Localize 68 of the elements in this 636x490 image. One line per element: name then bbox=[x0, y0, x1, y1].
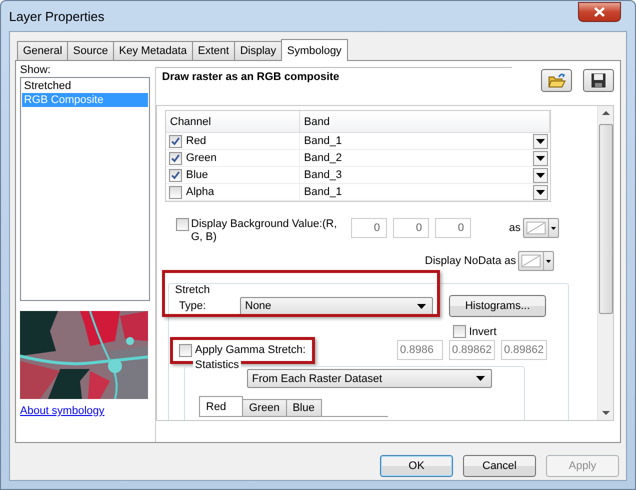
caret-icon bbox=[417, 304, 426, 308]
symbol-dropdown[interactable] bbox=[522, 218, 559, 238]
symbol-dropdown[interactable] bbox=[518, 251, 554, 271]
background-label: Display Background Value:(R, G, B) bbox=[191, 218, 338, 244]
gamma-field[interactable]: 0.89862 bbox=[501, 340, 547, 360]
channel-checkbox[interactable] bbox=[169, 152, 182, 164]
channel-checkbox[interactable] bbox=[169, 134, 182, 148]
tab[interactable]: General bbox=[17, 41, 68, 60]
channel-checkbox[interactable] bbox=[169, 186, 182, 198]
caret-icon bbox=[476, 376, 486, 381]
caret-icon bbox=[550, 226, 556, 230]
tab[interactable]: Extent bbox=[192, 41, 236, 60]
type-dropdown[interactable]: None bbox=[240, 296, 433, 316]
statistics-title: Statistics bbox=[193, 359, 242, 371]
channel-name: Green bbox=[186, 152, 217, 164]
band-tab[interactable]: Green bbox=[242, 399, 287, 416]
statistics-dropdown[interactable]: From Each Raster Dataset bbox=[247, 369, 492, 388]
save-button[interactable] bbox=[583, 69, 614, 92]
open-button[interactable] bbox=[541, 69, 572, 92]
caret-icon bbox=[536, 156, 545, 160]
show-label: Show: bbox=[20, 64, 52, 76]
symbol-swatch-icon bbox=[521, 253, 541, 269]
band-tab[interactable]: Blue bbox=[286, 399, 322, 416]
band-cell-text: Band_2 bbox=[303, 152, 343, 164]
caret-icon bbox=[536, 190, 545, 194]
type-label: Type: bbox=[179, 300, 207, 312]
about-link[interactable]: About symbology bbox=[20, 405, 104, 417]
rgb-field[interactable]: 0 bbox=[351, 218, 387, 238]
tab[interactable]: Source bbox=[67, 41, 114, 60]
rgb-field[interactable]: 0 bbox=[435, 218, 471, 238]
caret-icon bbox=[536, 138, 545, 144]
background-checkbox[interactable] bbox=[176, 218, 189, 231]
column-header: Band bbox=[300, 111, 550, 132]
close-icon bbox=[594, 7, 605, 17]
scrollbar[interactable] bbox=[597, 106, 613, 420]
tab[interactable]: Symbology bbox=[281, 39, 348, 61]
channel-name: Red bbox=[186, 135, 206, 147]
caret-icon bbox=[536, 172, 545, 178]
channel-checkbox[interactable] bbox=[169, 168, 182, 182]
gamma-field[interactable]: 0.8986 bbox=[397, 340, 443, 360]
dialog-button[interactable]: OK bbox=[380, 455, 453, 477]
band-tab[interactable]: Red bbox=[199, 396, 243, 416]
channel-name: Blue bbox=[186, 169, 208, 181]
heading: Draw raster as an RGB composite bbox=[156, 67, 512, 87]
rgb-field[interactable]: 0 bbox=[393, 218, 429, 238]
list-item[interactable]: Stretched bbox=[22, 79, 148, 93]
caret-icon bbox=[546, 260, 551, 262]
gamma-label: Apply Gamma Stretch: bbox=[195, 344, 306, 356]
symbol-swatch-icon bbox=[526, 220, 546, 236]
window-title: Layer Properties bbox=[9, 8, 104, 24]
tab[interactable]: Key Metadata bbox=[113, 41, 193, 60]
gamma-checkbox[interactable] bbox=[179, 344, 192, 356]
histograms-button[interactable]: Histograms... bbox=[449, 295, 546, 317]
band-cell-text: Band_1 bbox=[303, 186, 343, 198]
dialog-button[interactable]: Cancel bbox=[463, 455, 536, 477]
nodata-label: Display NoData as bbox=[424, 255, 516, 267]
invert-checkbox[interactable] bbox=[453, 325, 466, 338]
tab[interactable]: Display bbox=[234, 41, 282, 60]
stretch-title: Stretch bbox=[173, 284, 212, 296]
column-header: Channel bbox=[166, 111, 300, 132]
folder-icon bbox=[548, 72, 566, 88]
as-label: as bbox=[509, 222, 521, 234]
band-cell-text: Band_3 bbox=[303, 169, 343, 181]
gamma-field[interactable]: 0.89862 bbox=[449, 340, 495, 360]
channel-name: Alpha bbox=[186, 186, 214, 198]
close-button[interactable] bbox=[578, 2, 621, 22]
band-cell-text: Band_1 bbox=[303, 135, 343, 147]
invert-label: Invert bbox=[469, 326, 497, 338]
